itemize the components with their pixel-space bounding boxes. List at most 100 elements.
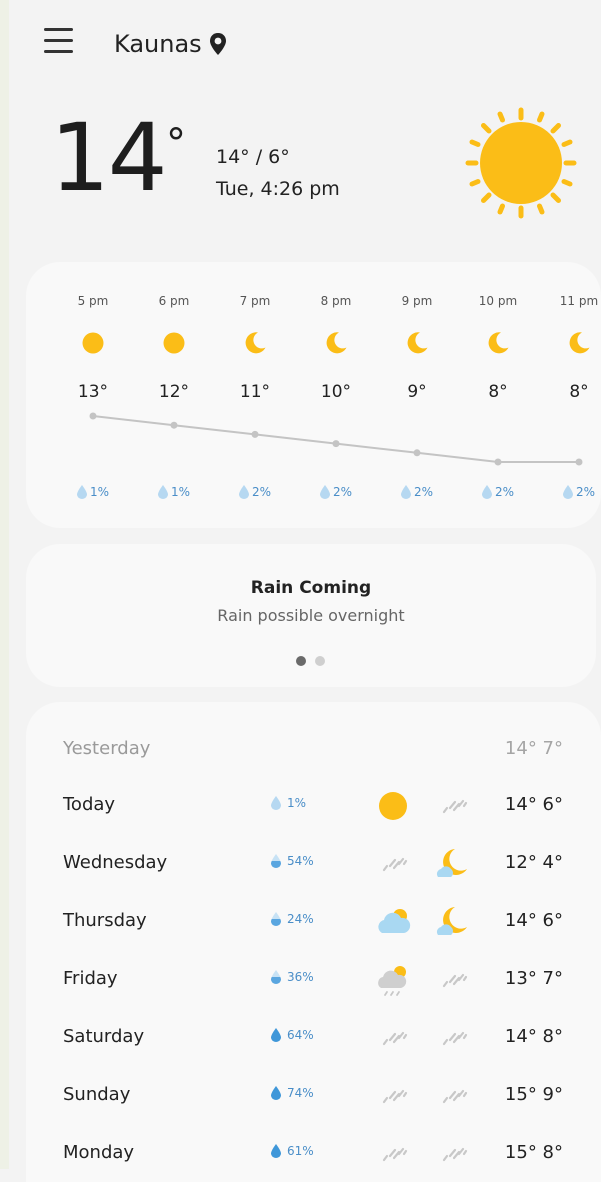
- location-pin-icon: [209, 33, 226, 55]
- hour-rain-chance: 2%: [382, 485, 452, 499]
- yesterday-temps: 14° 7°: [504, 738, 563, 759]
- hour-temperature: 8°: [488, 382, 508, 402]
- raindrop-icon: [271, 1144, 281, 1158]
- day-name: Thursday: [63, 910, 147, 931]
- hour-rain-value: 1%: [89, 485, 110, 499]
- day-rain-chance: 1%: [271, 796, 306, 810]
- hour-time: 11 pm: [559, 294, 599, 308]
- day-name: Saturday: [63, 1026, 145, 1047]
- hour-time: 8 pm: [320, 294, 352, 308]
- hour-temperature: 9°: [407, 382, 427, 402]
- hour-rain-chance: 2%: [301, 485, 371, 499]
- rain-alert-card[interactable]: Rain Coming Rain possible overnight: [26, 544, 596, 687]
- day-row[interactable]: Sunday 74% 15° 9°: [63, 1076, 563, 1116]
- day-name: Wednesday: [63, 852, 168, 873]
- rain-icon: [373, 844, 413, 884]
- raindrop-icon: [271, 1028, 281, 1042]
- raindrop-icon: [271, 1086, 281, 1100]
- hour-rain-value: 2%: [413, 485, 434, 499]
- rain-icon: [433, 1134, 473, 1174]
- hour-temperature: 10°: [320, 382, 352, 402]
- day-name: Sunday: [63, 1084, 131, 1105]
- sun-icon: [159, 328, 189, 358]
- daily-forecast-card: Yesterday 14° 7° Today 1% 14° 6° Wednesday…: [26, 702, 601, 1182]
- alert-subtitle: Rain possible overnight: [217, 606, 405, 625]
- hourly-forecast-card[interactable]: 5 pm 13° 1% 6 pm 12° 1% 7 pm 11° 2% 8 pm 10° 2% 9 pm…: [26, 262, 601, 528]
- current-temperature: 14: [50, 104, 168, 213]
- hamburger-menu-icon[interactable]: [44, 28, 74, 56]
- day-temperatures: 15° 8°: [504, 1142, 563, 1163]
- day-name: Monday: [63, 1142, 135, 1163]
- raindrop-icon: [562, 485, 573, 499]
- hour-time: 7 pm: [239, 294, 271, 308]
- day-row[interactable]: Thursday 24% 14° 6°: [63, 902, 563, 942]
- hour-rain-value: 2%: [494, 485, 515, 499]
- raindrop-icon: [238, 485, 249, 499]
- moon-cloud-icon: [433, 902, 473, 942]
- day-rain-value: 61%: [287, 1144, 314, 1158]
- yesterday-row: Yesterday 14° 7°: [63, 738, 563, 762]
- hour-temperature: 8°: [569, 382, 589, 402]
- current-datetime: Tue, 4:26 pm: [216, 178, 340, 200]
- day-temperatures: 13° 7°: [504, 968, 563, 989]
- hour-rain-value: 1%: [170, 485, 191, 499]
- raindrop-icon: [481, 485, 492, 499]
- day-row[interactable]: Friday 36% 13° 7°: [63, 960, 563, 1000]
- hour-time: 9 pm: [401, 294, 433, 308]
- day-temperatures: 12° 4°: [504, 852, 563, 873]
- hour-rain-chance: 1%: [139, 485, 209, 499]
- day-row[interactable]: Wednesday 54% 12° 4°: [63, 844, 563, 884]
- day-rain-value: 74%: [287, 1086, 314, 1100]
- day-rain-chance: 61%: [271, 1144, 314, 1158]
- day-rain-value: 64%: [287, 1028, 314, 1042]
- day-temperatures: 14° 6°: [504, 910, 563, 931]
- city-name: Kaunas: [114, 30, 202, 58]
- day-row[interactable]: Today 1% 14° 6°: [63, 786, 563, 826]
- day-row[interactable]: Saturday 64% 14° 8°: [63, 1018, 563, 1058]
- raindrop-icon: [271, 912, 281, 926]
- day-rain-chance: 24%: [271, 912, 314, 926]
- page-dot-active[interactable]: [296, 656, 306, 666]
- day-rain-value: 36%: [287, 970, 314, 984]
- day-rain-chance: 54%: [271, 854, 314, 868]
- moon-icon: [483, 328, 513, 358]
- hour-rain-value: 2%: [575, 485, 596, 499]
- sun-icon: [78, 328, 108, 358]
- day-row[interactable]: Monday 61% 15° 8°: [63, 1134, 563, 1174]
- hour-time: 10 pm: [478, 294, 518, 308]
- hour-temperature: 12°: [158, 382, 190, 402]
- moon-icon: [321, 328, 351, 358]
- moon-cloud-icon: [433, 844, 473, 884]
- day-temperatures: 14° 8°: [504, 1026, 563, 1047]
- hour-temperature: 13°: [77, 382, 109, 402]
- day-rain-value: 1%: [287, 796, 307, 810]
- hour-rain-chance: 2%: [220, 485, 290, 499]
- location-selector[interactable]: Kaunas: [114, 28, 228, 60]
- day-temperatures: 14° 6°: [504, 794, 563, 815]
- hour-rain-chance: 2%: [544, 485, 601, 499]
- day-name: Friday: [63, 968, 118, 989]
- page-indicator: [296, 656, 325, 666]
- page-dot[interactable]: [315, 656, 325, 666]
- hour-rain-chance: 1%: [58, 485, 128, 499]
- moon-icon: [402, 328, 432, 358]
- hour-time: 5 pm: [77, 294, 109, 308]
- rain-icon: [433, 1018, 473, 1058]
- day-rain-value: 24%: [287, 912, 314, 926]
- left-edge-strip: [0, 0, 9, 1169]
- raindrop-icon: [271, 970, 281, 984]
- raindrop-icon: [271, 854, 281, 868]
- sun-icon: [465, 107, 577, 219]
- hour-rain-chance: 2%: [463, 485, 533, 499]
- rain-icon: [373, 1134, 413, 1174]
- hour-time: 6 pm: [158, 294, 190, 308]
- day-name: Today: [63, 794, 116, 815]
- day-rain-chance: 74%: [271, 1086, 314, 1100]
- raindrop-icon: [271, 796, 281, 810]
- raindrop-icon: [76, 485, 87, 499]
- high-low-temperature: 14° / 6°: [216, 146, 290, 168]
- alert-title: Rain Coming: [250, 578, 372, 598]
- hour-rain-value: 2%: [332, 485, 353, 499]
- rain-icon: [433, 786, 473, 826]
- rain-icon: [373, 1018, 413, 1058]
